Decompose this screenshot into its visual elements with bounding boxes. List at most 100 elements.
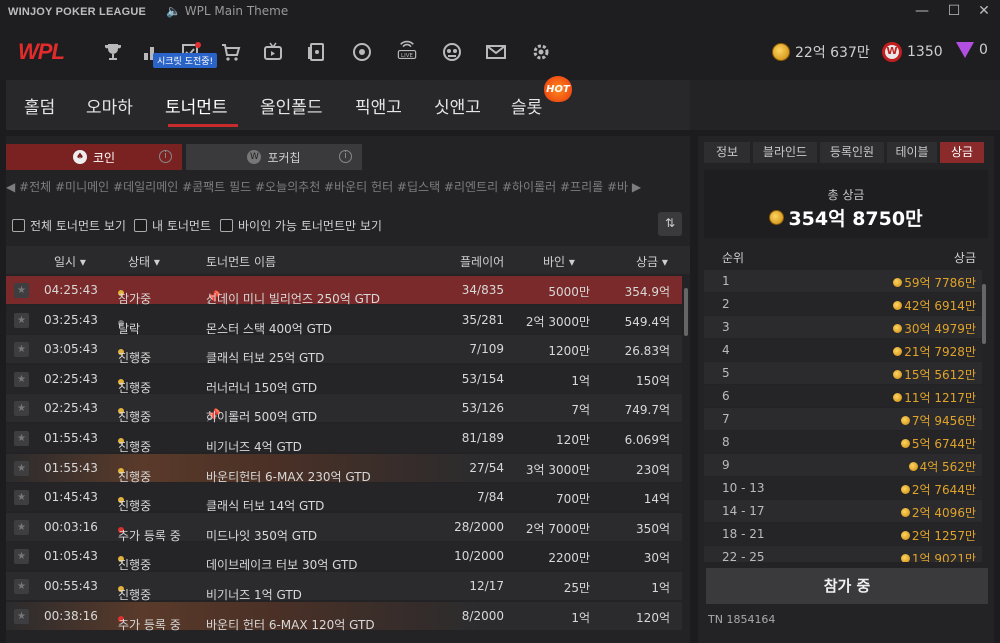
table-row[interactable]: ★ 01:45:43 진행중 클래식 터보 14억 GTD 7/84 700만 14억 [6,483,682,513]
favorite-star-icon[interactable]: ★ [14,608,29,624]
favorite-star-icon[interactable]: ★ [14,342,29,358]
col-buyin[interactable]: 바인 ▾ [543,253,575,270]
maximize-button[interactable]: ☐ [944,3,964,19]
mail-icon[interactable] [485,41,507,63]
club-icon[interactable] [441,41,463,63]
favorite-star-icon[interactable]: ★ [14,519,29,535]
row-players: 28/2000 [454,519,504,534]
tab-pokerchip[interactable]: W 포커칩 i [186,144,362,170]
coin-icon [893,324,903,333]
table-row[interactable]: ★ 03:05:43 진행중 클래식 터보 25억 GTD 7/109 1200만 26.8… [6,335,682,365]
favorite-star-icon[interactable]: ★ [14,401,29,417]
row-buyin: 1억 [571,610,590,625]
tab-info[interactable]: 정보 [704,142,750,163]
settings-icon[interactable] [530,41,552,63]
title-bar: WINJOY POKER LEAGUE 🔈 WPL Main Theme — ☐… [0,0,1000,26]
table-row[interactable]: ★ 04:25:43 참가중 📌 선데이 미니 빌리언즈 250억 GTD 34/835 5… [6,276,682,306]
prize-row: 10 - 13 2억 7644만 [704,477,982,499]
wpoint-amount: 1350 [907,44,943,60]
table-row[interactable]: ★ 01:05:43 진행중 데이브레이크 터보 30억 GTD 10/2000 2200… [6,542,682,572]
coin-icon [900,416,910,425]
filter-mine-checkbox[interactable]: 내 토너먼트 [134,217,211,234]
tab-slot[interactable]: 슬롯 [511,93,542,118]
row-buyin: 700만 [556,492,590,507]
tab-tournament[interactable]: 토너먼트 [165,93,228,118]
wpl-logo[interactable]: WPL [18,39,65,65]
col-status[interactable]: 상태 ▾ [128,253,160,270]
join-button[interactable]: 참가 중 [706,568,988,604]
tab-blinds[interactable]: 블라인드 [753,142,817,163]
table-row[interactable]: ★ 00:55:43 진행중 비기너즈 1억 GTD 12/17 25만 1억 [6,572,682,602]
row-players: 7/109 [469,342,504,357]
col-prize[interactable]: 상금 ▾ [636,253,668,270]
cards-icon[interactable] [306,41,328,63]
favorite-star-icon[interactable]: ★ [14,312,29,328]
row-time: 03:05:43 [44,342,98,357]
trophy-icon[interactable] [102,41,124,63]
music-title: WPL Main Theme [184,4,289,18]
table-row[interactable]: ★ 03:25:43 탈락 몬스터 스택 400억 GTD 35/281 2억 3000만… [6,305,682,336]
cart-icon[interactable] [220,41,242,63]
info-icon[interactable]: i [339,150,352,163]
favorite-star-icon[interactable]: ★ [14,283,29,298]
tab-prizes[interactable]: 상금 [940,142,984,163]
filter-buyin-checkbox[interactable]: 바이인 가능 토너먼트만 보기 [220,217,382,234]
wpoint-balance: W 1350 [882,42,943,62]
table-scrollbar[interactable] [684,288,688,336]
table-row[interactable]: ★ 01:55:43 진행중 바운티헌터 6-MAX 230억 GTD 27/54 3억 … [6,453,682,484]
total-prize-label: 총 상금 [827,188,865,202]
row-players: 8/2000 [461,608,504,623]
tab-pick-and-go[interactable]: 픽앤고 [355,93,402,118]
rank-label: 14 - 17 [722,504,765,518]
tab-registered[interactable]: 등록인원 [820,142,884,163]
row-prize: 6.069억 [624,433,670,447]
total-prize-box: 총 상금 354억 8750만 [704,170,988,238]
tab-sit-and-go[interactable]: 싯앤고 [434,93,481,118]
row-prize: 230억 [636,462,670,477]
prize-list-scrollbar[interactable] [982,284,986,344]
category-filter-bar[interactable]: ◀ #전체 #미니메인 #데일리메인 #콤팩트 필드 #오늘의추천 #바운티 헌… [6,178,690,198]
row-prize: 150억 [636,373,670,388]
table-row[interactable]: ★ 01:55:43 진행중 비기너즈 4억 GTD 81/189 120만 6.069억 [6,424,682,454]
coin-icon [900,531,910,540]
row-prize: 549.4억 [624,314,670,329]
close-button[interactable]: ✕ [974,3,994,19]
secret-challenge-badge[interactable]: 시크릿 도전중! [153,53,218,68]
table-row[interactable]: ★ 02:25:43 진행중 📌 하이롤러 500억 GTD 53/126 7억 749.7억 [6,394,682,424]
row-players: 10/2000 [454,549,504,564]
table-row[interactable]: ★ 00:03:16 추가 등록 중 미드나잇 350억 GTD 28/2000 2억 7… [6,512,682,543]
tab-omaha[interactable]: 오마하 [86,93,133,118]
favorite-star-icon[interactable]: ★ [14,431,29,446]
info-icon[interactable]: i [159,150,172,163]
prize-row: 18 - 21 2억 1257만 [704,523,982,545]
rank-label: 1 [722,274,730,288]
tab-tables[interactable]: 테이블 [887,142,937,163]
row-time: 01:55:43 [44,431,98,445]
prize-list: 1 59억 7786만 2 42억 6914만 3 30억 4979만 4 21억 7928만… [704,270,982,562]
filter-all-checkbox[interactable]: 전체 토너먼트 보기 [12,217,126,234]
favorite-star-icon[interactable]: ★ [14,579,29,594]
table-row[interactable]: ★ 02:25:43 진행중 러너러너 150억 GTD 53/154 1억 150억 [6,364,682,395]
favorite-star-icon[interactable]: ★ [14,490,29,506]
favorite-star-icon[interactable]: ★ [14,549,29,565]
tab-coin[interactable]: ♠ 코인 i [6,144,182,170]
favorite-star-icon[interactable]: ★ [14,371,29,387]
prize-row: 7 7억 9456만 [704,408,982,430]
live-icon[interactable]: LIVE [396,38,420,66]
table-row[interactable]: ★ 00:38:16 추가 등록 중 바운티 헌터 6-MAX 120억 GTD 8/2… [6,601,682,632]
gem-amount: 0 [979,42,988,58]
tab-holdem[interactable]: 홀덤 [24,93,55,118]
chip-icon[interactable] [351,41,373,63]
tv-icon[interactable] [262,41,284,63]
minimize-button[interactable]: — [912,3,932,19]
col-time[interactable]: 일시 ▾ [54,253,86,270]
row-time: 04:25:43 [44,283,98,297]
tab-pokerchip-label: 포커칩 [267,150,301,165]
favorite-star-icon[interactable]: ★ [14,460,29,476]
active-tab-indicator [168,124,238,127]
sort-toggle-icon[interactable]: ⇅ [658,212,682,236]
row-time: 01:45:43 [44,490,98,505]
rank-label: 22 - 25 [722,550,765,562]
music-indicator[interactable]: 🔈 WPL Main Theme [166,4,288,18]
tab-allin-fold[interactable]: 올인폴드 [260,93,323,118]
